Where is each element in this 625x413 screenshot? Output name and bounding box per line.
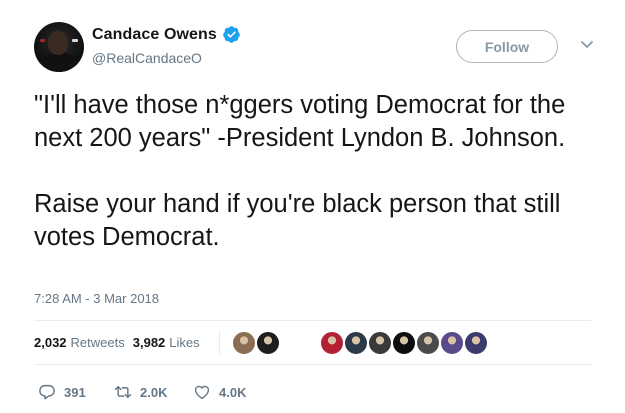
retweet-icon [114, 386, 132, 398]
likes-label: Likes [169, 335, 200, 350]
author-handle[interactable]: @RealCandaceO [92, 50, 202, 66]
tweet-text: "I'll have those n*ggers voting Democrat… [34, 89, 609, 254]
user-avatar-icon[interactable] [416, 331, 440, 355]
verified-badge-icon [223, 26, 240, 43]
retweets-stat[interactable]: 2,032 Retweets [34, 335, 125, 350]
tweet-stats: 2,032 Retweets 3,982 Likes [34, 335, 200, 350]
reply-button[interactable]: 391 [38, 383, 114, 401]
divider [34, 364, 591, 365]
like-button[interactable]: 4.0K [193, 383, 246, 401]
like-count: 4.0K [219, 384, 247, 400]
stats-separator [219, 330, 220, 356]
tweet-paragraph: Raise your hand if you're black person t… [34, 190, 561, 251]
likes-stat[interactable]: 3,982 Likes [133, 335, 200, 350]
us-flag-avatar-icon[interactable] [464, 331, 488, 355]
retweet-button[interactable]: 2.0K [114, 383, 193, 401]
author-display-name[interactable]: Candace Owens [92, 26, 217, 44]
user-avatar-icon[interactable] [392, 331, 416, 355]
tweet-card: Candace Owens @RealCandaceO Follow "I'll… [0, 0, 625, 413]
retweet-count: 2.0K [140, 384, 168, 400]
heart-icon [194, 385, 210, 400]
user-avatar-icon[interactable] [232, 331, 256, 355]
tweet-paragraph: "I'll have those n*ggers voting Democrat… [34, 91, 566, 152]
reply-icon [39, 384, 55, 400]
retweets-label: Retweets [70, 335, 125, 350]
retweets-count: 2,032 [34, 335, 67, 350]
texas-flag-avatar-icon[interactable] [320, 331, 344, 355]
user-avatar-icon[interactable] [368, 331, 392, 355]
tweet-timestamp[interactable]: 7:28 AM - 3 Mar 2018 [34, 291, 159, 306]
user-avatar-icon[interactable] [344, 331, 368, 355]
tweet-actions: 391 2.0K 4.0K [38, 383, 246, 401]
user-avatar-icon[interactable] [256, 331, 280, 355]
chevron-down-icon[interactable] [580, 40, 594, 50]
user-avatar-icon[interactable] [440, 331, 464, 355]
author-name-row[interactable]: Candace Owens [92, 25, 241, 44]
divider [34, 320, 591, 321]
likes-count: 3,982 [132, 335, 166, 350]
reply-count: 391 [64, 384, 86, 400]
follow-button[interactable]: Follow [456, 30, 558, 63]
author-avatar[interactable] [34, 22, 84, 72]
